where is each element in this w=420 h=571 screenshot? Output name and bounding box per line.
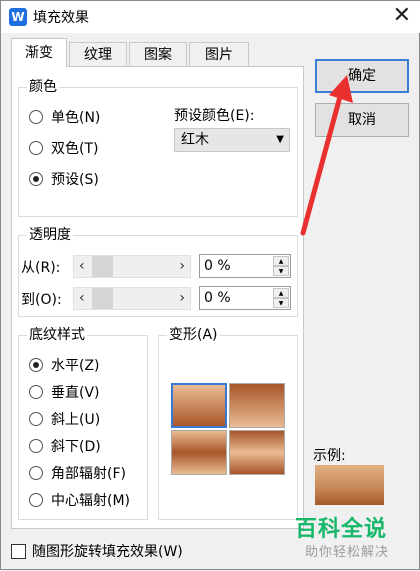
rotate-with-shape-box[interactable] [11, 543, 26, 559]
rotate-with-shape-label: 随图形旋转填充效果(W) [32, 544, 183, 560]
rotate-with-shape-checkbox[interactable]: 随图形旋转填充效果(W) [11, 541, 183, 561]
sample-preview [315, 465, 384, 505]
tab-gradient[interactable]: 渐变 [11, 38, 67, 67]
watermark-brand: 百科全说 [295, 517, 388, 542]
watermark-tagline: 助你轻松解决 [305, 545, 390, 560]
fill-effects-dialog: W 填充效果 ✕ 渐变 纹理 图案 图片 颜色 单色(N) 双色(T) 预设(S… [0, 0, 420, 570]
sample-label: 示例: [313, 448, 346, 464]
